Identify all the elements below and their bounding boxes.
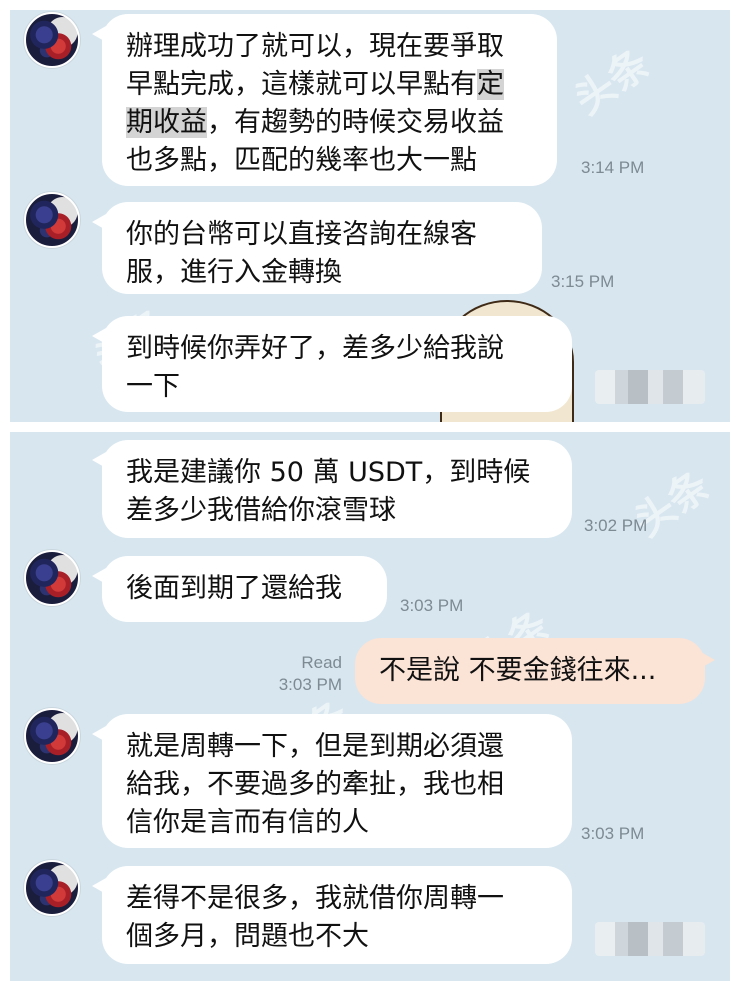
message-text: 你的台幣可以直接咨詢在線客 服，進行入金轉換: [126, 219, 477, 288]
highlighted-text: 定: [477, 69, 504, 100]
message-bubble[interactable]: 你的台幣可以直接咨詢在線客 服，進行入金轉換: [92, 202, 542, 294]
avatar[interactable]: [24, 12, 80, 68]
avatar[interactable]: [24, 550, 80, 606]
message-text: 我是建議你 50 萬 USDT，到時候 差多少我借給你滾雪球: [126, 457, 531, 526]
message-text: 辦理成功了就可以，現在要爭取 早點完成，這樣就可以早點有: [126, 31, 504, 100]
message-timestamp: 3:14 PM: [581, 158, 645, 177]
blurred-timestamp: [595, 370, 705, 404]
message-timestamp: 3:15 PM: [551, 272, 615, 291]
blurred-timestamp: [595, 922, 705, 956]
read-label: Read: [301, 653, 342, 672]
message-bubble[interactable]: 辦理成功了就可以，現在要爭取 早點完成，這樣就可以早點有定 期收益，有趨勢的時候…: [92, 14, 557, 186]
chat-panel-bottom: 头条 头条 头条 我是建議你 50 萬 USDT，到時候 差多少我借給你滾雪球 …: [10, 432, 730, 981]
message-bubble[interactable]: 差得不是很多，我就借你周轉一 個多月，問題也不大: [92, 866, 572, 964]
highlighted-text: 期收益: [126, 107, 207, 138]
message-text: 到時候你弄好了，差多少給我說 一下: [126, 333, 504, 402]
avatar[interactable]: [24, 708, 80, 764]
message-bubble[interactable]: 到時候你弄好了，差多少給我說 一下: [92, 316, 572, 412]
message-bubble[interactable]: 我是建議你 50 萬 USDT，到時候 差多少我借給你滾雪球: [92, 440, 572, 538]
chat-panel-top: 头条 头条 辦理成功了就可以，現在要爭取 早點完成，這樣就可以早點有定 期收益，…: [10, 10, 730, 422]
avatar[interactable]: [24, 860, 80, 916]
avatar[interactable]: [24, 192, 80, 248]
message-text: 不是說 不要金錢往來...: [379, 655, 657, 686]
message-timestamp: 3:03 PM: [581, 824, 645, 843]
message-bubble[interactable]: 就是周轉一下，但是到期必須還 給我，不要過多的牽扯，我也相 信你是言而有信的人: [92, 714, 572, 848]
message-timestamp: 3:03 PM: [400, 596, 464, 615]
message-text: 就是周轉一下，但是到期必須還 給我，不要過多的牽扯，我也相 信你是言而有信的人: [126, 731, 504, 838]
message-timestamp: 3:03 PM: [278, 675, 342, 694]
message-bubble[interactable]: 後面到期了還給我: [92, 556, 387, 622]
message-bubble-outgoing[interactable]: 不是說 不要金錢往來...: [355, 638, 715, 704]
watermark: 头条: [566, 40, 659, 125]
read-receipt: Read 3:03 PM: [262, 652, 342, 696]
message-text: 後面到期了還給我: [126, 573, 342, 604]
message-timestamp: 3:02 PM: [584, 516, 648, 535]
message-text: 差得不是很多，我就借你周轉一 個多月，問題也不大: [126, 883, 504, 952]
